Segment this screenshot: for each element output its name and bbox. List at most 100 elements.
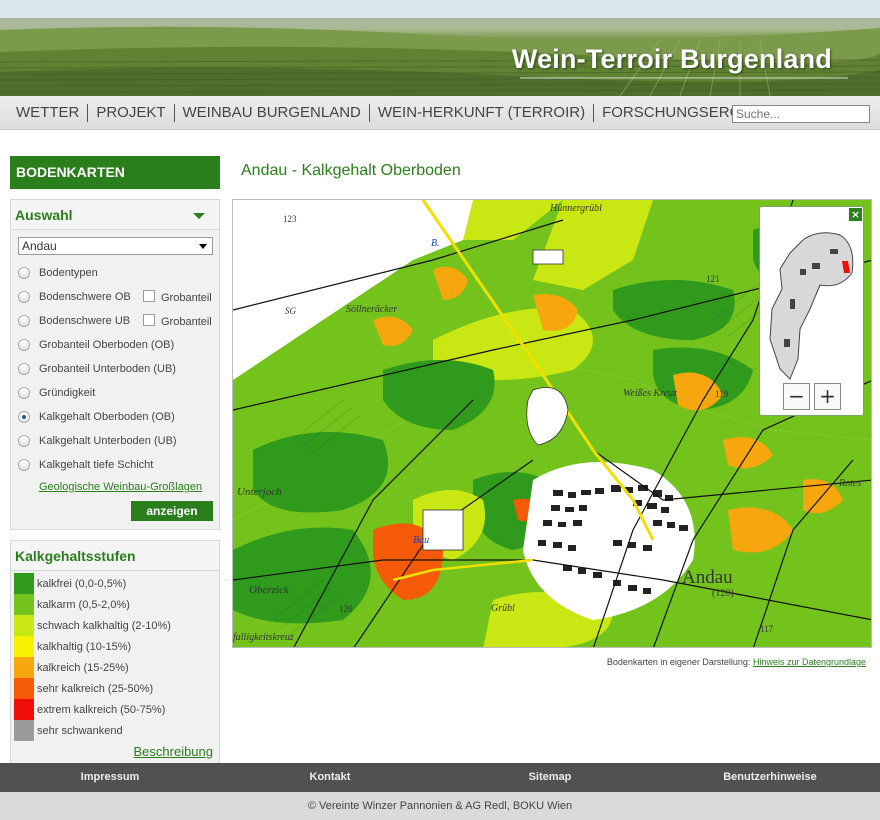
beschreibung-link[interactable]: Beschreibung [11, 741, 219, 763]
legend-swatch [14, 573, 34, 594]
legend-swatch [14, 699, 34, 720]
sidebar-title: BODENKARTEN [10, 156, 220, 189]
option-grobanteil-ub[interactable]: Grobanteil Unterboden (UB) [11, 357, 219, 381]
footer-link-impressum[interactable]: Impressum [0, 763, 220, 792]
legend-item: schwach kalkhaltig (2-10%) [11, 615, 219, 636]
legend-label: sehr schwankend [37, 724, 123, 737]
legend-swatch [14, 657, 34, 678]
dropdown-arrow-icon [199, 244, 207, 249]
map-label: Bau [413, 535, 430, 546]
map-label: 117 [760, 624, 774, 634]
legend-swatch [14, 615, 34, 636]
option-label: Bodentypen [39, 267, 98, 279]
site-title: Wein-Terroir Burgenland [511, 44, 832, 74]
radio-button[interactable] [18, 315, 30, 327]
legend-item: sehr kalkreich (25-50%) [11, 678, 219, 699]
legend-label: sehr kalkreich (25-50%) [37, 682, 154, 695]
legend-item: kalkhaltig (10-15%) [11, 636, 219, 657]
option-grobanteil-ob[interactable]: Grobanteil Oberboden (OB) [11, 333, 219, 357]
radio-button[interactable] [18, 435, 30, 447]
radio-button[interactable] [18, 459, 30, 471]
option-label: Kalkgehalt tiefe Schicht [39, 459, 154, 471]
legend-swatch [14, 678, 34, 699]
nav-item-projekt[interactable]: PROJEKT [87, 104, 173, 122]
grobanteil-ub-checkbox[interactable] [143, 314, 155, 326]
footer-link-kontakt[interactable]: Kontakt [220, 763, 440, 792]
radio-button[interactable] [18, 387, 30, 399]
radio-button[interactable] [18, 363, 30, 375]
copyright: © Vereinte Winzer Pannonien & AG Redl, B… [0, 792, 880, 820]
nav-item-weinbau[interactable]: WEINBAU BURGENLAND [173, 104, 369, 122]
radio-button[interactable] [18, 291, 30, 303]
header-banner: Wein-Terroir Burgenland [0, 0, 880, 96]
legend-item: kalkfrei (0,0-0,5%) [11, 573, 219, 594]
legend-label: kalkfrei (0,0-0,5%) [37, 577, 127, 590]
map-label: Unterjoch [237, 486, 282, 498]
legend-swatch [14, 594, 34, 615]
option-label: Bodenschwere OB [39, 291, 131, 303]
map-note: Bodenkarten in eigener Darstellung: Hinw… [232, 657, 866, 667]
auswahl-header[interactable]: Auswahl [11, 200, 219, 230]
option-bodenschwere-ob[interactable]: Bodenschwere OB Grobanteil [11, 285, 219, 309]
footer-link-benutzerhinweise[interactable]: Benutzerhinweise [660, 763, 880, 792]
nav-item-herkunft[interactable]: WEIN-HERKUNFT (TERROIR) [368, 104, 593, 122]
datengrundlage-link[interactable]: Hinweis zur Datengrundlage [753, 657, 866, 667]
option-label: Kalkgehalt Oberboden (OB) [39, 411, 175, 423]
option-label: Bodenschwere UB [39, 315, 131, 327]
legend-swatch [14, 720, 34, 741]
radio-button-checked[interactable] [18, 411, 30, 423]
option-kalkgehalt-tief[interactable]: Kalkgehalt tiefe Schicht [11, 453, 219, 477]
legend-label: extrem kalkreich (50-75%) [37, 703, 166, 716]
map-label: 120 [339, 604, 353, 614]
legend-label: kalkarm (0,5-2,0%) [37, 598, 130, 611]
legend-label: kalkreich (15-25%) [37, 661, 129, 674]
region-select-value: Andau [22, 239, 57, 253]
legend-item: sehr schwankend [11, 720, 219, 741]
option-kalkgehalt-ub[interactable]: Kalkgehalt Unterboden (UB) [11, 429, 219, 453]
map-label: falligkeitskreuz [233, 632, 294, 643]
option-gruendigkeit[interactable]: Gründigkeit [11, 381, 219, 405]
map-label: Weißes Kreuz [623, 388, 677, 399]
region-select[interactable]: Andau [18, 237, 213, 255]
auswahl-panel: Auswahl Andau Bodentypen Bodenschwere OB… [10, 199, 220, 530]
option-kalkgehalt-ob[interactable]: Kalkgehalt Oberboden (OB) [11, 405, 219, 429]
map-label: B. [431, 238, 440, 249]
anzeigen-button[interactable]: anzeigen [131, 501, 213, 521]
zoom-out-button[interactable]: − [783, 383, 810, 410]
sidebar: BODENKARTEN Auswahl Andau Bodentypen Bod… [10, 156, 220, 764]
legend-list: kalkfrei (0,0-0,5%) kalkarm (0,5-2,0%) sch… [11, 571, 219, 741]
overview-map-shape [769, 232, 854, 380]
zoom-in-button[interactable]: + [814, 383, 841, 410]
option-bodentypen[interactable]: Bodentypen [11, 261, 219, 285]
legend-item: extrem kalkreich (50-75%) [11, 699, 219, 720]
legend-heading: Kalkgehaltsstufen [11, 541, 219, 571]
legend-label: schwach kalkhaltig (2-10%) [37, 619, 171, 632]
search-input[interactable] [732, 105, 870, 123]
grobanteil-ob-checkbox[interactable] [143, 290, 155, 302]
map-label: 121 [706, 274, 720, 284]
legend-swatch [14, 636, 34, 657]
map-label-andau: Andau [682, 567, 733, 588]
radio-button[interactable] [18, 339, 30, 351]
map-label: SG [285, 306, 296, 316]
map-label: Hünnergrübl [550, 203, 602, 214]
map-label: Rotes [839, 478, 862, 489]
page-title: Andau - Kalkgehalt Oberboden [241, 162, 461, 179]
map-note-text: Bodenkarten in eigener Darstellung: [606, 657, 751, 667]
radio-button[interactable] [18, 267, 30, 279]
nav-item-wetter[interactable]: WETTER [8, 104, 87, 122]
geologische-grosslagen-link[interactable]: Geologische Weinbau-Großlagen [11, 477, 219, 497]
map-label: Söllneräcker [346, 304, 398, 315]
option-label: Grobanteil Unterboden (UB) [39, 363, 176, 375]
footer-link-sitemap[interactable]: Sitemap [440, 763, 660, 792]
option-bodenschwere-ub[interactable]: Bodenschwere UB Grobanteil [11, 309, 219, 333]
legend-item: kalkreich (15-25%) [11, 657, 219, 678]
map-label: Oberzick [249, 584, 289, 596]
overview-map[interactable]: × − + [759, 206, 864, 416]
chevron-down-icon[interactable] [193, 213, 205, 219]
option-label: Grobanteil Oberboden (OB) [39, 339, 175, 351]
map-label: (120) [712, 588, 734, 599]
option-label: Kalkgehalt Unterboden (UB) [39, 435, 177, 447]
map-label: Grübl [491, 603, 515, 614]
checkbox-label: Grobanteil [161, 316, 212, 328]
